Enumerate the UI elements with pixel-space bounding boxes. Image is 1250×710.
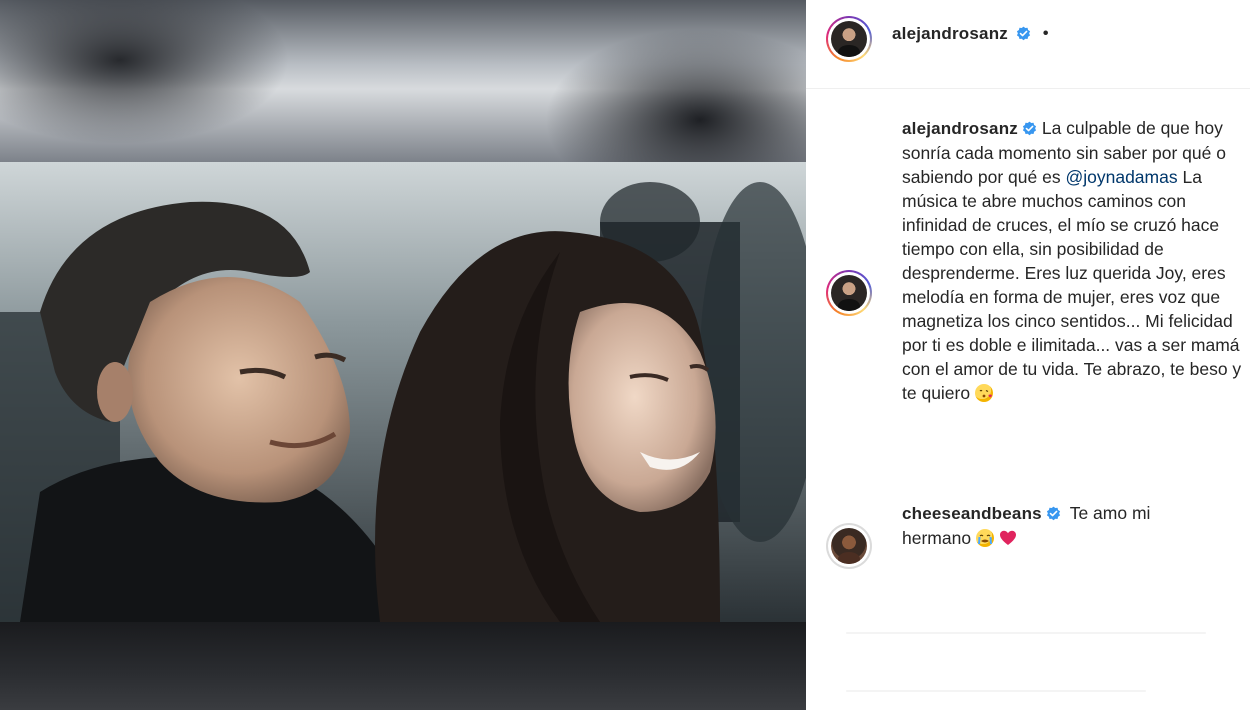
crying-face-icon	[975, 529, 994, 547]
header-username[interactable]: alejandrosanz	[892, 24, 1008, 43]
photo-illustration	[0, 162, 806, 622]
post-media[interactable]	[0, 0, 806, 710]
post-photo[interactable]	[0, 162, 806, 622]
post-side-panel: alejandrosanz • alejandrosanz La culpabl…	[806, 0, 1250, 710]
verified-badge-icon	[1017, 26, 1031, 41]
caption-username[interactable]: alejandrosanz	[902, 119, 1018, 138]
header-username-row: alejandrosanz •	[892, 24, 1049, 44]
comment-item: cheeseandbeans Te amo mi hermano	[902, 501, 1222, 550]
kissing-face-with-heart-icon	[974, 384, 993, 402]
commenter-avatar[interactable]	[826, 523, 872, 569]
faded-content-divider	[846, 690, 1146, 692]
red-heart-icon	[999, 529, 1017, 547]
verified-badge-icon	[1046, 506, 1060, 521]
blurred-background-bottom	[0, 622, 806, 710]
blurred-background-top	[0, 0, 806, 162]
faded-content-divider	[846, 632, 1206, 634]
post-header: alejandrosanz •	[806, 0, 1250, 89]
author-avatar[interactable]	[826, 16, 872, 62]
caption-author-avatar[interactable]	[826, 270, 872, 316]
caption-mention-link[interactable]: @joynadamas	[1065, 167, 1177, 187]
post-caption: alejandrosanz La culpable de que hoy son…	[902, 116, 1242, 405]
header-separator: •	[1042, 25, 1049, 42]
comment-username[interactable]: cheeseandbeans	[902, 504, 1042, 523]
verified-badge-icon	[1022, 121, 1037, 136]
caption-text-part2: La música te abre muchos caminos con inf…	[902, 167, 1242, 403]
